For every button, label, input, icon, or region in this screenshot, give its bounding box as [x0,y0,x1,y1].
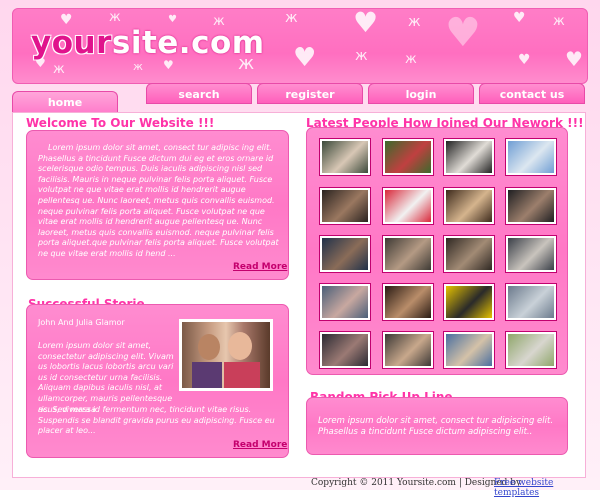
butterfly-icon: ж [109,10,121,25]
member-thumbnail[interactable] [505,187,557,225]
members-panel [306,127,568,375]
member-thumbnail[interactable] [443,187,495,225]
member-photo [446,190,492,222]
member-photo [508,334,554,366]
member-thumbnail[interactable] [505,283,557,321]
welcome-body: Lorem ipsum dolor sit amet, consect tur … [38,143,279,258]
member-photo [446,286,492,318]
member-thumbnail[interactable] [505,331,557,369]
member-thumbnail[interactable] [382,235,434,273]
footer-copyright: Copyright © 2011 Yoursite.com | Designed… [311,478,522,488]
member-thumbnail[interactable] [443,331,495,369]
member-photo [322,190,368,222]
member-photo [322,141,368,173]
nav-home[interactable]: home [12,91,118,113]
member-photo [385,238,431,270]
member-photo [385,334,431,366]
member-thumbnail[interactable] [382,138,434,176]
member-photo [446,334,492,366]
member-thumbnail[interactable] [319,138,371,176]
butterfly-icon: ж [285,10,298,26]
member-thumbnail[interactable] [319,187,371,225]
heart-icon: ♥ [168,14,177,25]
member-photo [385,190,431,222]
member-thumbnail[interactable] [505,235,557,273]
member-thumbnail[interactable] [319,235,371,273]
member-photo [508,141,554,173]
butterfly-icon: ж [553,14,565,29]
member-thumbnail[interactable] [319,283,371,321]
site-header: ♥ ж ♥ ж ж ♥ ж ♥ ♥ ж ♥ ж ж ♥ ж ♥ ж ж ♥ ♥ … [12,8,588,84]
butterfly-icon: ж [133,60,143,73]
heart-icon: ♥ [293,43,317,73]
member-photo [385,141,431,173]
member-photo [385,286,431,318]
nav-search[interactable]: search [146,83,252,104]
heart-icon: ♥ [513,10,526,26]
story-couple-name: John And Julia Glamor [38,318,125,327]
butterfly-icon: ж [53,62,65,77]
member-thumbnail[interactable] [443,283,495,321]
logo-part-site: site.com [111,25,265,61]
welcome-read-more-link[interactable]: Read More [233,262,287,272]
butterfly-icon: ж [355,48,368,64]
member-thumbnail[interactable] [382,187,434,225]
member-photo [446,141,492,173]
member-thumbnail[interactable] [382,283,434,321]
welcome-title: Welcome To Our Website !!! [26,116,215,130]
footer-templates-link[interactable]: Free website templates [494,478,600,498]
heart-icon: ♥ [518,52,531,68]
member-thumbnail[interactable] [443,138,495,176]
member-photo [446,238,492,270]
member-thumbnail[interactable] [443,235,495,273]
nav-contact-us[interactable]: contact us [479,83,585,104]
member-photo [508,286,554,318]
site-footer: Copyright © 2011 Yoursite.com | Designed… [0,478,600,498]
heart-icon: ♥ [353,8,379,39]
pickup-body: Lorem ipsum dolor sit amet, consect tur … [318,416,554,437]
site-logo[interactable]: yoursite.com [31,25,265,61]
heart-icon: ♥ [565,47,583,71]
member-thumbnail[interactable] [319,331,371,369]
member-photo [322,334,368,366]
story-read-more-link[interactable]: Read More [233,440,287,450]
member-photo [322,238,368,270]
member-photo [322,286,368,318]
couple-photo [179,319,273,391]
story-body-wide: risus, viverra id fermentum nec, tincidu… [38,405,275,436]
story-panel: John And Julia Glamor Lorem ipsum dolor … [26,304,289,458]
member-thumbnail[interactable] [505,138,557,176]
nav-register[interactable]: register [257,83,363,104]
butterfly-icon: ж [408,14,421,30]
logo-part-your: your [31,25,112,61]
member-photo [508,190,554,222]
nav-login[interactable]: login [368,83,474,104]
butterfly-icon: ж [405,52,417,67]
heart-icon: ♥ [445,10,481,56]
member-thumbnail[interactable] [382,331,434,369]
pickup-panel: Lorem ipsum dolor sit amet, consect tur … [306,397,568,455]
member-photo [508,238,554,270]
welcome-panel: Lorem ipsum dolor sit amet, consect tur … [26,130,289,280]
